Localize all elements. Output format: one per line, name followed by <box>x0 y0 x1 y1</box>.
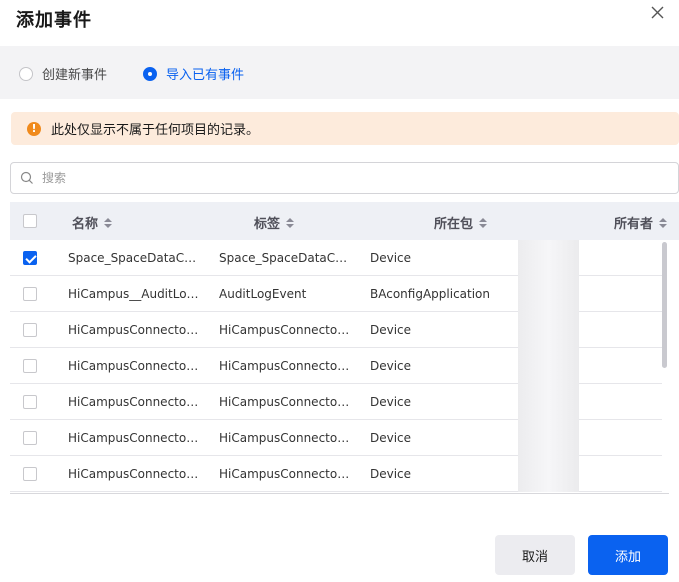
cell-label: HiCampusConnector… <box>219 323 352 337</box>
table-row[interactable]: HiCampusConnector… HiCampusConnector… De… <box>10 456 662 492</box>
cell-label: HiCampusConnector… <box>219 359 352 373</box>
dialog-title: 添加事件 <box>16 10 92 31</box>
table-bottom-border <box>10 493 669 494</box>
table-row[interactable]: HiCampusConnector… HiCampusConnector… De… <box>10 420 662 456</box>
search-input[interactable] <box>42 171 642 185</box>
column-title: 所在包 <box>434 217 474 232</box>
cell-name: HiCampusConnector… <box>68 467 201 481</box>
cell-owner-blurred <box>518 276 579 312</box>
cell-name: HiCampusConnector… <box>68 431 201 445</box>
table-body: Space_SpaceDataCha… Space_SpaceDataCha… … <box>10 240 662 492</box>
cell-owner-blurred <box>518 420 579 456</box>
select-all-checkbox[interactable] <box>23 214 37 228</box>
table-header: 名称 标签 所在包 所有者 <box>10 202 679 240</box>
cell-label: Space_SpaceDataCha… <box>219 251 352 265</box>
table-row[interactable]: HiCampusConnector… HiCampusConnector… De… <box>10 312 662 348</box>
row-checkbox[interactable] <box>23 431 37 445</box>
cell-owner-blurred <box>518 240 579 276</box>
cell-owner-blurred <box>518 312 579 348</box>
cell-package: Device <box>370 431 412 445</box>
row-checkbox[interactable] <box>23 323 37 337</box>
radio-import-existing-event[interactable]: 导入已有事件 <box>143 64 244 83</box>
table-row[interactable]: HiCampusConnector… HiCampusConnector… De… <box>10 348 662 384</box>
column-header-label[interactable]: 标签 <box>254 213 295 232</box>
sort-icon <box>659 217 668 228</box>
row-checkbox[interactable] <box>23 395 37 409</box>
cell-package: Device <box>370 323 412 337</box>
table-row[interactable]: HiCampus__AuditLog… AuditLogEvent BAconf… <box>10 276 662 312</box>
cell-label: AuditLogEvent <box>219 287 307 301</box>
warning-icon: ! <box>27 121 41 136</box>
cell-package: BAconfigApplication <box>370 287 490 301</box>
mode-selector: 创建新事件 导入已有事件 <box>0 46 679 99</box>
radio-circle <box>143 66 157 81</box>
column-header-owner[interactable]: 所有者 <box>614 213 668 232</box>
search-icon <box>20 171 33 184</box>
table-row[interactable]: Space_SpaceDataCha… Space_SpaceDataCha… … <box>10 240 662 276</box>
column-title: 所有者 <box>614 217 654 232</box>
notice-text: 此处仅显示不属于任何项目的记录。 <box>51 123 260 138</box>
add-button[interactable]: 添加 <box>588 535 668 575</box>
cell-package: Device <box>370 395 412 409</box>
cell-label: HiCampusConnector… <box>219 395 352 409</box>
cell-package: Device <box>370 467 412 481</box>
sort-icon <box>286 217 295 228</box>
close-button[interactable] <box>648 3 668 23</box>
search-box[interactable] <box>10 162 679 194</box>
events-table: 名称 标签 所在包 所有者 Space_SpaceDataCha… Space_… <box>10 202 679 494</box>
sort-icon <box>104 217 113 228</box>
cell-name: HiCampusConnector… <box>68 395 201 409</box>
cell-package: Device <box>370 359 412 373</box>
cell-name: HiCampusConnector… <box>68 359 201 373</box>
row-checkbox[interactable] <box>23 251 37 265</box>
cell-owner-blurred <box>518 384 579 420</box>
cell-label: HiCampusConnector… <box>219 467 352 481</box>
cell-package: Device <box>370 251 412 265</box>
cell-name: HiCampusConnector… <box>68 323 201 337</box>
cell-name: Space_SpaceDataCha… <box>68 251 201 265</box>
info-notice: ! 此处仅显示不属于任何项目的记录。 <box>11 112 679 145</box>
cell-owner-blurred <box>518 456 579 492</box>
cancel-button[interactable]: 取消 <box>495 535 575 575</box>
sort-icon <box>479 217 488 228</box>
vertical-scrollbar[interactable] <box>662 242 667 368</box>
row-checkbox[interactable] <box>23 287 37 301</box>
table-row[interactable]: HiCampusConnector… HiCampusConnector… De… <box>10 384 662 420</box>
column-header-name[interactable]: 名称 <box>72 213 113 232</box>
cell-name: HiCampus__AuditLog… <box>68 287 201 301</box>
column-title: 标签 <box>254 217 281 232</box>
cell-label: HiCampusConnector… <box>219 431 352 445</box>
close-icon <box>651 6 664 19</box>
radio-circle <box>19 66 33 81</box>
row-checkbox[interactable] <box>23 467 37 481</box>
radio-create-new-event[interactable]: 创建新事件 <box>19 64 107 83</box>
column-title: 名称 <box>72 217 99 232</box>
radio-label: 导入已有事件 <box>166 68 245 83</box>
cell-owner-blurred <box>518 348 579 384</box>
row-checkbox[interactable] <box>23 359 37 373</box>
radio-label: 创建新事件 <box>42 68 108 83</box>
column-header-package[interactable]: 所在包 <box>434 213 488 232</box>
